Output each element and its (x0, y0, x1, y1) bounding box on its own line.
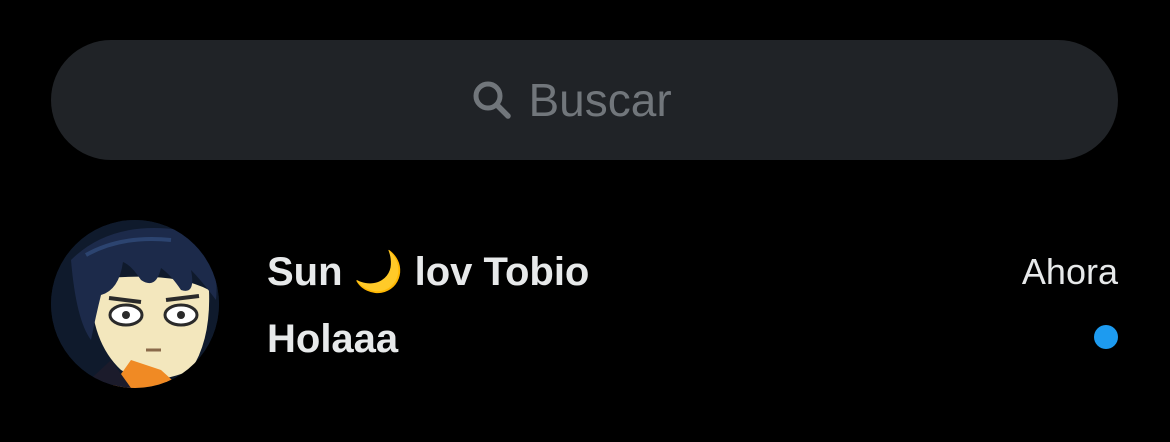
timestamp: Ahora (1021, 251, 1118, 292)
search-input[interactable] (528, 73, 699, 127)
message-preview: Holaaa (267, 317, 399, 361)
conversation-name: Sun 🌙 lov Tobio (267, 250, 590, 294)
avatar[interactable] (51, 220, 219, 388)
conversation-row[interactable]: Sun 🌙 lov Tobio Holaaa Ahora (0, 210, 1170, 400)
search-bar[interactable] (51, 40, 1118, 160)
unread-indicator (1094, 325, 1118, 349)
search-icon (471, 79, 513, 121)
